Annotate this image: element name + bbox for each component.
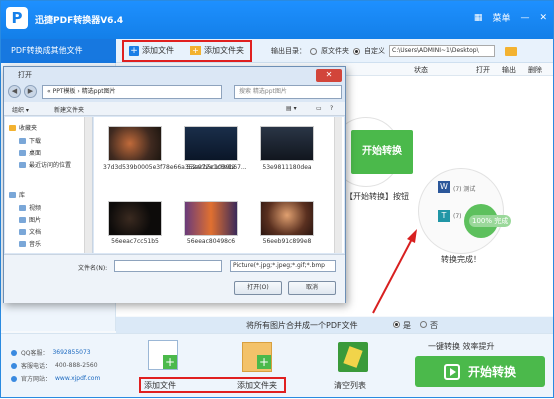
recent-icon (19, 161, 26, 168)
add-folder-big-label[interactable]: 添加文件夹 (237, 380, 277, 391)
document-icon (19, 228, 26, 235)
download-folder-icon (19, 137, 26, 144)
preview-pane-icon[interactable]: ▭ (316, 105, 322, 112)
file-thumbnail[interactable] (260, 201, 314, 236)
filename-label: 文件名(N): (78, 265, 108, 272)
nav-item-videos[interactable]: 视频 (19, 203, 41, 212)
desktop-icon (19, 149, 26, 156)
add-folder-big-icon[interactable]: + (242, 342, 272, 372)
merge-label: 将所有图片合并成一个PDF文件 (246, 321, 358, 330)
new-folder-button[interactable]: 新建文件夹 (54, 105, 84, 114)
nav-item-recent[interactable]: 最近访问的位置 (19, 160, 71, 169)
merge-bar: 将所有图片合并成一个PDF文件 是 否 (116, 317, 553, 333)
star-icon (9, 124, 16, 131)
dialog-search-input[interactable]: 搜索 精选ppt图片 (234, 85, 342, 99)
merge-no-label: 否 (430, 321, 438, 330)
nav-item-pictures[interactable]: 图片 (19, 215, 41, 224)
dialog-title: 打开 (18, 71, 32, 79)
video-icon (19, 204, 26, 211)
nav-item-library[interactable]: 库 (9, 190, 25, 199)
add-file-big-label[interactable]: 添加文件 (144, 380, 176, 391)
file-thumbnail[interactable] (260, 126, 314, 161)
file-thumbnail[interactable] (108, 201, 162, 236)
forward-icon[interactable]: ▶ (24, 85, 37, 98)
nav-item-music[interactable]: 音乐 (19, 239, 41, 248)
nav-item-documents[interactable]: 文档 (19, 227, 41, 236)
dialog-command-bar: 组织 ▾ 新建文件夹 ▤ ▾ ▭ ? (4, 102, 345, 116)
library-icon (9, 191, 16, 198)
dialog-nav-row: ◀ ▶ « PPT模板 › 精选ppt图片 搜索 精选ppt图片 (8, 84, 342, 100)
nav-item-favorites[interactable]: 收藏夹 (9, 123, 37, 132)
filename-input[interactable] (114, 260, 222, 272)
qq-contact: QQ客服： 3692855073 (11, 348, 91, 357)
slogan: 一键转换 效率提升 (428, 342, 495, 351)
nav-scrollbar[interactable] (84, 117, 92, 253)
file-thumbnail[interactable] (108, 126, 162, 161)
file-name[interactable]: 37d3d539b0005e3f78e66a352acb5c1039b67... (103, 164, 247, 171)
add-file-big-icon[interactable]: + (148, 340, 178, 370)
file-name[interactable]: 56eeac80498c6 (179, 238, 243, 245)
dialog-nav-pane: 收藏夹 下载 桌面 最近访问的位置 库 视频 图片 文档 音乐 (5, 117, 93, 253)
qq-link[interactable]: 3692855073 (52, 349, 90, 356)
view-icon[interactable]: ▤ ▾ (286, 105, 297, 112)
organize-button[interactable]: 组织 ▾ (12, 105, 29, 114)
nav-item-desktop[interactable]: 桌面 (19, 148, 41, 157)
open-button[interactable]: 打开(O) (234, 281, 282, 295)
back-icon[interactable]: ◀ (8, 85, 21, 98)
start-convert-label: 开始转换 (467, 365, 516, 379)
merge-yes-label: 是 (403, 321, 411, 330)
address-bar[interactable]: « PPT模板 › 精选ppt图片 (42, 85, 222, 99)
picture-icon (19, 216, 26, 223)
file-name[interactable]: 53e972e1c8e12 (179, 164, 243, 171)
nav-item-downloads[interactable]: 下载 (19, 136, 41, 145)
start-convert-button[interactable]: 开始转换 (415, 356, 545, 387)
phone-contact: 客服电话： 400-888-2560 (11, 361, 98, 370)
qq-icon (11, 349, 17, 356)
play-icon (443, 363, 460, 380)
clear-list-icon[interactable] (338, 342, 368, 372)
file-thumbnail[interactable] (184, 126, 238, 161)
merge-no-radio[interactable] (420, 321, 427, 328)
globe-icon (11, 375, 17, 382)
phone-icon (11, 362, 17, 369)
clear-list-label[interactable]: 清空列表 (334, 380, 366, 391)
open-file-dialog: 打开 ✕ ◀ ▶ « PPT模板 › 精选ppt图片 搜索 精选ppt图片 组织… (3, 66, 346, 303)
merge-yes-radio[interactable] (393, 321, 400, 328)
website-link[interactable]: www.xjpdf.com (55, 375, 100, 382)
dialog-file-pane: 37d3d539b0005e3f78e66a352acb5c1039b67...… (94, 117, 344, 253)
file-scrollbar[interactable] (334, 117, 342, 253)
file-name[interactable]: 56eeb91c899e8 (255, 238, 319, 245)
file-name[interactable]: 53e9811180dea (255, 164, 319, 171)
music-icon (19, 240, 26, 247)
cancel-button[interactable]: 取消 (288, 281, 336, 295)
website-contact: 官方网站： www.xjpdf.com (11, 374, 100, 383)
dialog-close-button[interactable]: ✕ (316, 69, 342, 82)
dialog-footer: 文件名(N): Picture(*.jpg;*.jpeg;*.gif;*.bmp… (4, 254, 345, 303)
file-thumbnail[interactable] (184, 201, 238, 236)
filetype-select[interactable]: Picture(*.jpg;*.jpeg;*.gif;*.bmp (230, 260, 336, 272)
help-icon[interactable]: ? (330, 105, 333, 112)
file-name[interactable]: 56eeac7cc51b5 (103, 238, 167, 245)
